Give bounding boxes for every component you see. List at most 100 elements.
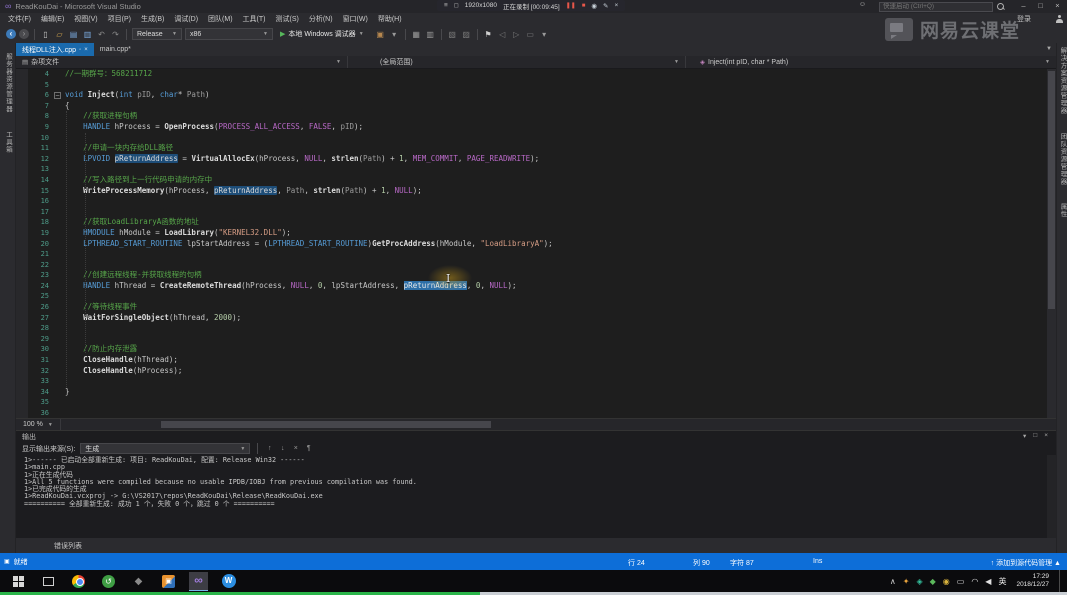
show-desktop-button[interactable] [1059, 570, 1063, 592]
close-tab-icon[interactable]: × [84, 47, 88, 53]
breakpoint-margin[interactable] [16, 260, 28, 271]
menu-item-edit[interactable]: 编辑(E) [36, 14, 69, 24]
search-icon[interactable] [997, 3, 1005, 11]
security-shield-icon[interactable]: ◆ [930, 577, 936, 586]
start-button[interactable] [9, 572, 28, 591]
navigate-forward-icon[interactable]: › [19, 29, 29, 39]
breakpoint-margin[interactable] [16, 122, 28, 133]
breakpoint-margin[interactable] [16, 334, 28, 345]
menu-item-team[interactable]: 团队(M) [203, 14, 238, 24]
bookmark-icon[interactable]: ⚑ [483, 30, 494, 39]
editor-horizontal-scrollbar[interactable] [61, 419, 1056, 430]
menu-item-window[interactable]: 窗口(W) [338, 14, 373, 24]
undo-icon[interactable]: ↶ [96, 30, 107, 39]
recorder-close-icon[interactable]: × [615, 2, 619, 9]
attach-process-icon[interactable]: ▣ [375, 30, 386, 39]
goto-next-message-icon[interactable]: ↓ [278, 445, 287, 452]
menu-item-view[interactable]: 视图(V) [69, 14, 102, 24]
breakpoint-margin[interactable] [16, 228, 28, 239]
save-all-icon[interactable]: ▥ [82, 30, 93, 39]
user-avatar-icon[interactable] [1055, 15, 1064, 24]
taskbar-clock[interactable]: 17:29 2018/12/27 [1016, 573, 1049, 589]
breakpoint-margin[interactable] [16, 344, 28, 355]
volume-icon[interactable]: ◀ [985, 577, 991, 586]
breakpoint-margin[interactable] [16, 355, 28, 366]
breakpoint-margin[interactable] [16, 133, 28, 144]
editor-vertical-scrollbar[interactable] [1047, 69, 1056, 418]
stop-recording-button[interactable]: ■ [582, 3, 586, 9]
tab-error-list[interactable]: 错误列表 [54, 541, 82, 551]
visual-studio[interactable]: ∞ [189, 572, 208, 591]
breakpoint-margin[interactable] [16, 196, 28, 207]
tab-dll-inject[interactable]: 线程DLL注入.cpp◦× [16, 43, 94, 56]
recorder-menu-icon[interactable]: ≡ [444, 2, 448, 9]
navigate-back-icon[interactable]: ‹ [6, 29, 16, 39]
antivirus-app[interactable]: ↺ [99, 572, 118, 591]
add-to-source-control-button[interactable]: ↑ 添加到源代码管理 ▲ [991, 558, 1061, 568]
save-icon[interactable]: ▤ [68, 30, 79, 39]
active-files-dropdown-icon[interactable]: ▼ [1046, 46, 1052, 52]
netease-study[interactable]: W [219, 572, 238, 591]
menu-item-test[interactable]: 测试(S) [271, 14, 304, 24]
ime-lang-indicator[interactable]: 英 [998, 576, 1006, 587]
panel-close-icon[interactable]: × [1044, 432, 1048, 440]
menu-item-tools[interactable]: 工具(T) [238, 14, 271, 24]
goto-prev-message-icon[interactable]: ↑ [265, 445, 274, 452]
pencil-icon[interactable]: ✎ [603, 2, 608, 10]
menu-item-help[interactable]: 帮助(H) [373, 14, 407, 24]
breakpoint-margin[interactable] [16, 408, 28, 418]
close-button[interactable]: × [1049, 0, 1066, 12]
platform-dropdown[interactable]: x86▼ [185, 28, 273, 40]
right-strip-tab-team-explorer[interactable]: 团队资源管理器 [1057, 133, 1067, 186]
open-file-icon[interactable]: ▱ [54, 30, 65, 39]
breakpoint-margin[interactable] [16, 207, 28, 218]
menu-item-file[interactable]: 文件(F) [3, 14, 36, 24]
feedback-smiley-icon[interactable]: ☺ [859, 1, 866, 8]
panel-dropdown-icon[interactable]: ▾ [1023, 432, 1026, 440]
menu-item-debug[interactable]: 调试(D) [169, 14, 203, 24]
breakpoint-margin[interactable] [16, 376, 28, 387]
project-dropdown[interactable]: ▤ 杂项文件 ▼ [16, 56, 348, 68]
breakpoint-margin[interactable] [16, 186, 28, 197]
output-lines[interactable]: 1>------ 已启动全部重新生成: 项目: ReadKouDai, 配置: … [16, 455, 1056, 538]
memory-window-icon[interactable]: ▥ [425, 30, 436, 39]
right-strip-tab-properties[interactable]: 属性 [1057, 203, 1067, 218]
clear-all-icon[interactable]: × [291, 445, 300, 452]
breakpoint-margin[interactable] [16, 249, 28, 260]
toolbar-overflow-icon[interactable]: ▾ [539, 30, 550, 39]
network-icon[interactable]: ◠ [971, 577, 978, 586]
left-strip-tab-server-explorer[interactable]: 服务器资源管理器 [3, 53, 13, 113]
output-scrollbar[interactable] [1047, 455, 1056, 538]
hidden-icons-chevron[interactable]: ∧ [890, 577, 896, 586]
breakpoint-margin[interactable] [16, 366, 28, 377]
scrollbar-thumb[interactable] [1048, 71, 1055, 309]
start-debugging-button[interactable]: ▶ 本地 Windows 调试器 ▼ [276, 29, 368, 39]
breakpoint-margin[interactable] [16, 313, 28, 324]
quick-launch-input[interactable] [879, 2, 993, 12]
scope-dropdown[interactable]: (全局范围) ▼ [348, 56, 686, 68]
tab-main-cpp[interactable]: main.cpp* [94, 43, 137, 56]
breakpoint-margin[interactable] [16, 80, 28, 91]
screen-recorder-app[interactable]: ▣ [159, 572, 178, 591]
fold-collapse-icon[interactable]: – [54, 92, 61, 99]
coin-icon[interactable]: ◉ [943, 577, 950, 586]
360-hand-icon[interactable]: ✦ [903, 577, 910, 586]
breakpoint-margin[interactable] [16, 154, 28, 165]
toggle-word-wrap-icon[interactable]: ¶ [304, 445, 313, 452]
breakpoint-margin[interactable] [16, 175, 28, 186]
left-strip-tab-toolbox[interactable]: 工具箱 [3, 131, 13, 154]
preprocessor-icon[interactable]: ▦ [411, 30, 422, 39]
code-editor[interactable]: 4//一期群号：56821171256–void Inject(int pID,… [16, 69, 1056, 418]
configuration-dropdown[interactable]: Release▼ [132, 28, 182, 40]
menu-item-build[interactable]: 生成(B) [136, 14, 169, 24]
comment-icon[interactable]: ▧ [447, 30, 458, 39]
breakpoint-margin[interactable] [16, 217, 28, 228]
output-source-dropdown[interactable]: 生成 ▼ [80, 443, 250, 454]
pin-icon[interactable]: ◦ [79, 47, 81, 53]
breakpoint-margin[interactable] [16, 281, 28, 292]
breakpoint-margin[interactable] [16, 302, 28, 313]
next-bookmark-icon[interactable]: ▷ [511, 30, 522, 39]
camera-icon[interactable]: ◉ [591, 2, 597, 10]
360-shield-icon[interactable]: ◈ [916, 577, 922, 586]
menu-item-analyze[interactable]: 分析(N) [304, 14, 338, 24]
